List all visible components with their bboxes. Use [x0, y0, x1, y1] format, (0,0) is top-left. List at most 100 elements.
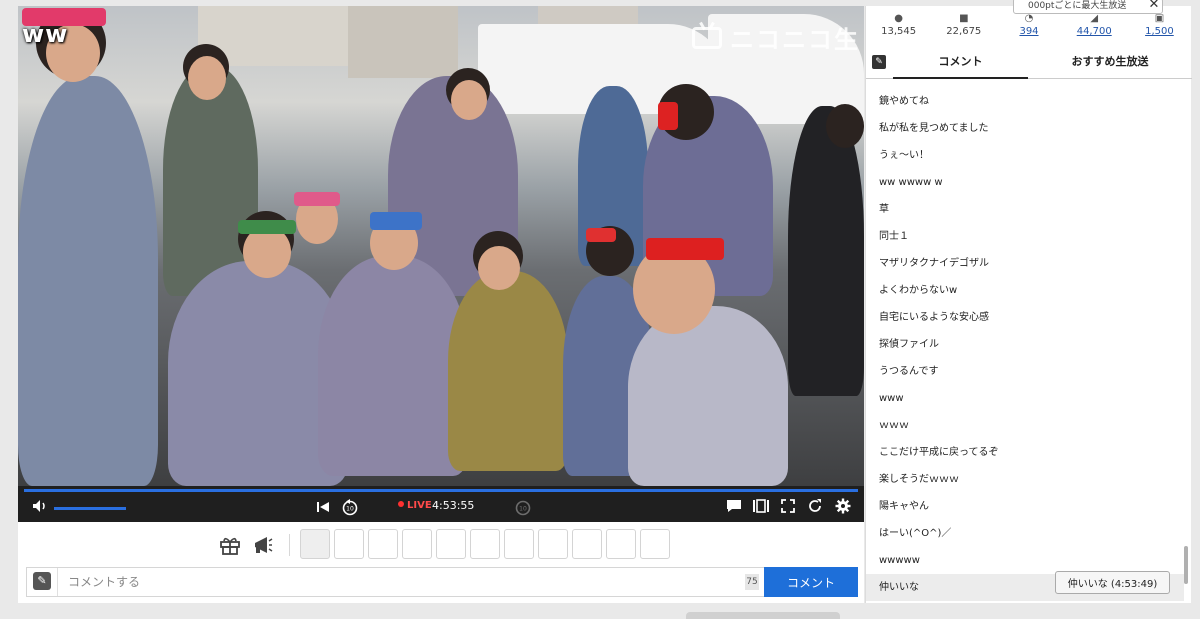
person [628, 306, 788, 486]
comment-row[interactable]: ww wwww w [866, 169, 1184, 196]
theater-mode-icon[interactable] [751, 499, 771, 517]
comment-row[interactable]: www [866, 385, 1184, 412]
person [18, 76, 158, 486]
emote-slot[interactable] [402, 529, 432, 559]
gift-toolbar [18, 522, 864, 566]
bandana [370, 212, 422, 230]
person [448, 271, 568, 471]
comment-row[interactable]: 鏡やめてね [866, 88, 1184, 115]
bandana [238, 220, 296, 234]
fullscreen-icon[interactable] [778, 498, 798, 518]
stat-viewers: ● 13,545 [866, 6, 931, 46]
comment-command-icon[interactable]: ✎ [33, 572, 51, 590]
emote-slot[interactable] [470, 529, 500, 559]
stat-value[interactable]: 394 [996, 26, 1061, 37]
skip-to-start-icon[interactable] [313, 499, 333, 517]
reload-icon[interactable] [805, 498, 825, 518]
comment-row[interactable]: 同士１ [866, 223, 1184, 250]
emote-slot[interactable] [334, 529, 364, 559]
comment-form: ✎ 75 コメント [26, 567, 858, 597]
ad-icon: ◢ [1090, 13, 1099, 24]
emote-slots [300, 529, 670, 559]
comment-row[interactable]: wwwww [866, 547, 1184, 574]
comment-row[interactable]: はーい(^O^)／ [866, 520, 1184, 547]
char-count: 75 [745, 574, 759, 590]
stat-value[interactable]: 44,700 [1062, 26, 1127, 37]
jump-to-latest-button[interactable]: 仲いいな (4:53:49) [1055, 571, 1170, 594]
comment-row[interactable]: 陽キャやん [866, 493, 1184, 520]
video-frame[interactable]: ww ニコニコ生 [18, 6, 864, 486]
emote-slot[interactable] [436, 529, 466, 559]
live-indicator[interactable]: LIVE [398, 500, 432, 511]
player-area: ww ニコニコ生 10 LIVE 4:53:55 10 ✎ コメントする 75 … [18, 6, 864, 603]
close-icon[interactable]: ✕ [1147, 0, 1161, 12]
comment-toggle-icon[interactable] [724, 499, 744, 517]
watermark-text: ニコニコ生 [730, 26, 860, 54]
niconico-live-page: ww ニコニコ生 10 LIVE 4:53:55 10 ✎ コメントする 75 … [0, 0, 1200, 619]
emote-slot[interactable] [538, 529, 568, 559]
settings-gear-icon[interactable] [833, 498, 853, 518]
bandana [646, 238, 724, 260]
comment-row[interactable]: うつるんです [866, 358, 1184, 385]
volume-icon[interactable] [30, 499, 50, 517]
comment-row[interactable]: 草 [866, 196, 1184, 223]
notice-tooltip: 000ptごとに最大生放送 [1013, 0, 1163, 14]
stat-value[interactable]: 1,500 [1127, 26, 1192, 37]
toolbar-divider [289, 534, 290, 556]
comment-row[interactable]: 自宅にいるような安心感 [866, 304, 1184, 331]
stat-value: 22,675 [946, 26, 982, 37]
person-face [478, 246, 520, 290]
bandana [658, 102, 678, 130]
comment-row[interactable]: うぇ～い！ [866, 142, 1184, 169]
gift-icon: ▣ [1154, 13, 1165, 24]
person-head [826, 104, 864, 148]
player-controls: 10 LIVE 4:53:55 10 [18, 486, 864, 522]
comment-settings-icon[interactable]: ✎ [872, 55, 886, 69]
emote-slot[interactable] [572, 529, 602, 559]
seek-bar[interactable] [24, 489, 858, 492]
svg-text:10: 10 [346, 506, 354, 513]
comment-row[interactable]: 楽しそうだｗｗｗ [866, 466, 1184, 493]
comments-icon: ■ [959, 13, 969, 24]
tv-logo-icon [692, 26, 722, 49]
comment-submit-button[interactable]: コメント [764, 567, 858, 597]
stat-value: 13,545 [881, 26, 917, 37]
panel-tabs: ✎ コメント おすすめ生放送 [866, 47, 1192, 79]
comment-input[interactable] [57, 568, 745, 596]
tab-recommended[interactable]: おすすめ生放送 [1028, 47, 1192, 79]
emote-slot[interactable] [368, 529, 398, 559]
emote-slot[interactable] [504, 529, 534, 559]
comment-list: 鏡やめてね 私が私を見つめてました うぇ～い！ ww wwww w 草 同士１ … [866, 88, 1184, 601]
comment-row[interactable]: ｗｗｗ [866, 412, 1184, 439]
svg-text:10: 10 [519, 506, 527, 513]
person-face [451, 80, 487, 120]
comment-scrollbar[interactable] [1184, 546, 1188, 584]
bottom-drawer-handle[interactable] [686, 612, 840, 619]
building [348, 6, 458, 78]
bandana [294, 192, 340, 206]
person [318, 256, 468, 476]
person [788, 106, 864, 396]
side-panel: ● 13,545 ■ 22,675 ◔ 394 ◢ 44,700 ▣ 1,500… [865, 0, 1192, 603]
nicoad-megaphone-icon[interactable] [251, 534, 275, 561]
comment-row[interactable]: 探偵ファイル [866, 331, 1184, 358]
rewind-10-icon[interactable]: 10 [340, 498, 360, 520]
tab-comments[interactable]: コメント [893, 47, 1028, 79]
niconico-watermark: ニコニコ生 [692, 20, 860, 55]
comment-row[interactable]: 私が私を見つめてました [866, 115, 1184, 142]
emote-slot[interactable] [640, 529, 670, 559]
elapsed-time: 4:53:55 [432, 499, 475, 512]
person-face [188, 56, 226, 100]
comment-row[interactable]: マザリタクナイデゴザル [866, 250, 1184, 277]
comment-row[interactable]: よくわからないw [866, 277, 1184, 304]
bandana [586, 228, 616, 242]
forward-10-icon[interactable]: 10 [513, 498, 533, 520]
video-overlay-text: ww [22, 20, 69, 48]
gift-icon[interactable] [218, 534, 242, 561]
viewers-icon: ● [894, 13, 903, 24]
emote-slot[interactable] [606, 529, 636, 559]
volume-slider[interactable] [54, 507, 126, 510]
comment-row[interactable]: ここだけ平成に戻ってるぞ [866, 439, 1184, 466]
emote-slot[interactable] [300, 529, 330, 559]
live-label: LIVE [407, 500, 432, 511]
